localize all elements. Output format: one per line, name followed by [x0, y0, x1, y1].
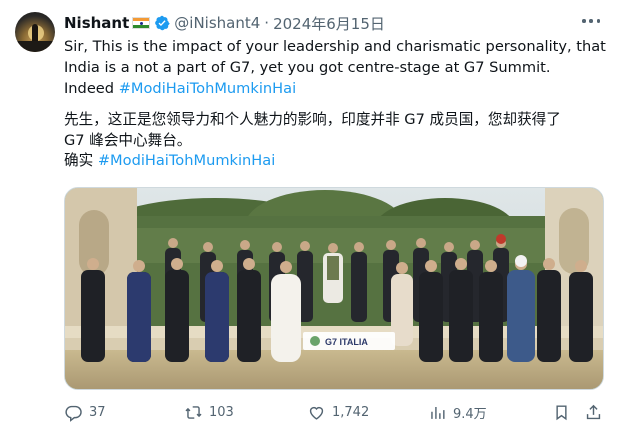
- action-bar: 37 103 1,742 9.4万: [64, 398, 604, 426]
- repost-count: 103: [209, 404, 234, 420]
- like-icon: [309, 406, 324, 420]
- tweet-text-line: India is a not a part of G7, yet you got…: [64, 59, 551, 76]
- like-button[interactable]: 1,742: [307, 398, 369, 426]
- more-options-icon[interactable]: [582, 16, 600, 26]
- banner-text: G7 ITALIA: [325, 337, 368, 347]
- share-icon: [586, 404, 601, 419]
- tweet-header: Nishant @iNishant4 · 2024年6月15日: [64, 12, 385, 34]
- text-prefix: 确实: [64, 152, 98, 169]
- views-count: 9.4万: [453, 406, 487, 422]
- tweet-date[interactable]: 2024年6月15日: [273, 13, 385, 34]
- verified-badge-icon: [155, 15, 170, 31]
- header-separator: ·: [264, 14, 270, 32]
- text-prefix: Indeed: [64, 80, 119, 97]
- tweet-text-line: Sir, This is the impact of your leadersh…: [64, 38, 606, 55]
- translated-text-line: 确实 #ModiHaiTohMumkinHai: [64, 150, 604, 171]
- tweet-card[interactable]: Nishant @iNishant4 · 2024年6月15日 Sir, Thi…: [0, 0, 620, 436]
- avatar-figure: [32, 24, 38, 42]
- user-handle[interactable]: @iNishant4: [174, 14, 260, 32]
- reply-button[interactable]: 37: [64, 398, 106, 426]
- group-photo-image: G7 ITALIA: [65, 188, 603, 389]
- views-icon: [431, 406, 445, 419]
- avatar[interactable]: [15, 12, 55, 52]
- like-count: 1,742: [332, 404, 370, 420]
- hashtag-link[interactable]: #ModiHaiTohMumkinHai: [98, 152, 275, 169]
- india-flag-icon: [132, 17, 151, 29]
- hashtag-link[interactable]: #ModiHaiTohMumkinHai: [119, 80, 296, 97]
- views-button[interactable]: 9.4万: [428, 398, 487, 426]
- reply-count: 37: [89, 404, 106, 420]
- share-button[interactable]: [584, 398, 603, 426]
- tweet-text-line: Indeed #ModiHaiTohMumkinHai: [64, 78, 604, 99]
- reply-icon: [65, 405, 82, 422]
- tweet-photo[interactable]: G7 ITALIA: [64, 187, 604, 390]
- bookmark-icon: [556, 404, 567, 420]
- avatar-ground: [15, 41, 55, 52]
- repost-icon: [185, 405, 202, 419]
- translated-text-line: 先生，这正是您领导力和个人魅力的影响，印度并非 G7 成员国，您却获得了: [64, 111, 561, 128]
- bookmark-button[interactable]: [552, 398, 571, 426]
- translated-text-line: G7 峰会中心舞台。: [64, 132, 192, 149]
- display-name[interactable]: Nishant: [64, 14, 129, 32]
- repost-button[interactable]: 103: [184, 398, 234, 426]
